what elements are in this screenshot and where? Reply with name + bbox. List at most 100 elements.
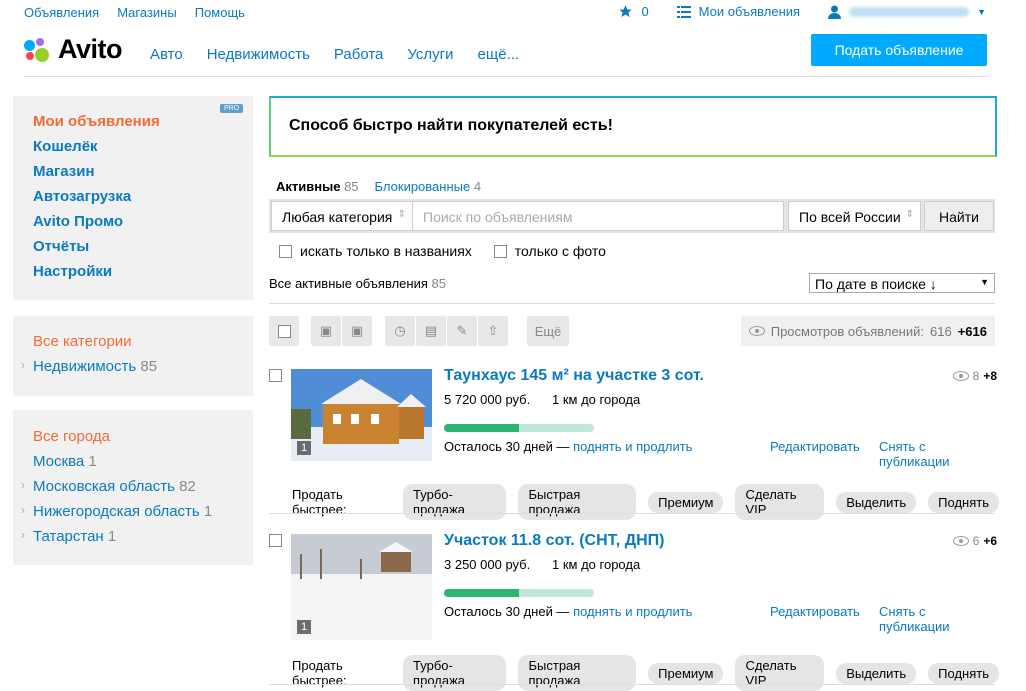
- username-blurred: [849, 6, 970, 17]
- menu-settings[interactable]: Настройки: [33, 263, 112, 280]
- pro-badge: PRO: [220, 104, 244, 113]
- user-menu[interactable]: ▼: [828, 5, 986, 19]
- category-label[interactable]: Недвижимость: [33, 358, 136, 375]
- listing-title[interactable]: Таунхаус 145 м² на участке 3 сот.: [444, 367, 704, 385]
- listing-remaining: Осталось 30 дней — поднять и продлить: [444, 439, 693, 454]
- search-bar: Любая категория ⇕ Поиск по объявлениям По…: [269, 199, 995, 233]
- menu-wallet[interactable]: Кошелёк: [33, 138, 98, 155]
- nav-auto[interactable]: Авто: [150, 46, 183, 63]
- raise-button[interactable]: Поднять: [928, 662, 999, 684]
- premium-button[interactable]: Премиум: [648, 662, 724, 684]
- favorites-link[interactable]: 0: [618, 4, 649, 19]
- tab-active[interactable]: Активные 85: [276, 179, 359, 194]
- listing-title[interactable]: Участок 11.8 сот. (СНТ, ДНП): [444, 532, 664, 550]
- category-item[interactable]: › Недвижимость 85: [21, 358, 158, 375]
- more-button[interactable]: Ещё: [527, 316, 569, 346]
- raise-icon[interactable]: ⇧: [478, 316, 508, 346]
- city-item[interactable]: › Нижегородская область 1: [21, 503, 212, 520]
- star-icon: [619, 5, 633, 18]
- highlight-button[interactable]: Выделить: [836, 491, 917, 513]
- nav-jobs[interactable]: Работа: [334, 46, 384, 63]
- photo-count: 1: [297, 441, 312, 455]
- ad-status-tabs: Активные 85 Блокированные 4: [276, 179, 481, 194]
- titles-only-checkbox[interactable]: искать только в названиях: [279, 243, 472, 259]
- edit-link[interactable]: Редактировать: [770, 439, 860, 454]
- premium-button[interactable]: Премиум: [648, 491, 724, 513]
- select-all-checkbox[interactable]: [269, 316, 299, 346]
- listing-views: 6 +6: [952, 534, 997, 548]
- extend-link[interactable]: поднять и продлить: [573, 439, 692, 454]
- menu-shop[interactable]: Магазин: [33, 163, 95, 180]
- menu-reports[interactable]: Отчёты: [33, 238, 89, 255]
- menu-promo[interactable]: Avito Промо: [33, 213, 123, 230]
- main-nav: Авто Недвижимость Работа Услуги ещё...: [150, 46, 519, 63]
- search-button[interactable]: Найти: [924, 201, 994, 231]
- vip-button[interactable]: Сделать VIP: [735, 484, 825, 520]
- turbo-sale-button[interactable]: Турбо-продажа: [403, 655, 507, 691]
- raise-button[interactable]: Поднять: [928, 491, 999, 513]
- box-open-icon[interactable]: ▣: [342, 316, 372, 346]
- topbar-link-shops[interactable]: Магазины: [117, 5, 177, 20]
- search-input[interactable]: Поиск по объявлениям: [412, 201, 784, 231]
- select-arrows-icon: ⇕: [905, 209, 914, 220]
- city-label[interactable]: Москва: [33, 453, 84, 470]
- city-count: 1: [107, 528, 117, 545]
- chevron-right-icon: ›: [21, 528, 25, 542]
- chevron-right-icon: ›: [21, 503, 25, 517]
- my-ads-link[interactable]: Мои объявления: [676, 4, 800, 19]
- chevron-down-icon: ▼: [977, 6, 986, 17]
- divider: [269, 303, 995, 304]
- listing-photo[interactable]: 1: [291, 369, 432, 461]
- extend-link[interactable]: поднять и продлить: [573, 604, 692, 619]
- city-label[interactable]: Московская область: [33, 478, 175, 495]
- unpublish-link[interactable]: Снять с публикации: [879, 439, 999, 469]
- sort-select[interactable]: По дате в поиске ↓ ▼: [809, 273, 995, 293]
- listing-views: 8 +8: [952, 369, 997, 383]
- vip-button[interactable]: Сделать VIP: [735, 655, 825, 691]
- chevron-right-icon: ›: [21, 478, 25, 492]
- region-select[interactable]: По всей России ⇕: [788, 201, 921, 231]
- avito-logo[interactable]: Avito: [24, 34, 123, 65]
- all-categories-link[interactable]: Все категории: [33, 333, 132, 350]
- nav-more[interactable]: ещё...: [478, 46, 520, 63]
- bulk-toolbar: ▣ ▣ ◷ ▤ ✎ ⇧ Ещё Просмотров объявлений: 6…: [269, 316, 995, 346]
- nav-realty[interactable]: Недвижимость: [207, 46, 310, 63]
- listing-checkbox[interactable]: [269, 534, 282, 547]
- unpublish-link[interactable]: Снять с публикации: [879, 604, 999, 634]
- quick-sale-button[interactable]: Быстрая продажа: [518, 655, 637, 691]
- city-item[interactable]: Москва 1: [33, 453, 97, 470]
- list-header: Все активные объявления 85 По дате в пои…: [269, 273, 995, 293]
- city-label[interactable]: Татарстан: [33, 528, 104, 545]
- promo-banner[interactable]: Способ быстро найти покупателей есть!: [269, 96, 997, 157]
- document-icon[interactable]: ▤: [416, 316, 446, 346]
- city-label[interactable]: Нижегородская область: [33, 503, 200, 520]
- post-ad-button[interactable]: Подать объявление: [811, 34, 987, 66]
- box-icon[interactable]: ▣: [311, 316, 341, 346]
- all-cities-link[interactable]: Все города: [33, 428, 110, 445]
- categories-panel: Все категории › Недвижимость 85: [13, 316, 253, 396]
- city-item[interactable]: › Татарстан 1: [21, 528, 117, 545]
- tab-blocked[interactable]: Блокированные 4: [375, 179, 482, 194]
- clock-icon[interactable]: ◷: [385, 316, 415, 346]
- listing-remaining: Осталось 30 дней — поднять и продлить: [444, 604, 693, 619]
- menu-my-ads[interactable]: Мои объявления: [33, 113, 160, 130]
- menu-autoload[interactable]: Автозагрузка: [33, 188, 131, 205]
- topbar-link-help[interactable]: Помощь: [195, 5, 245, 20]
- pencil-icon[interactable]: ✎: [447, 316, 477, 346]
- eye-icon: [748, 326, 765, 336]
- nav-services[interactable]: Услуги: [407, 46, 453, 63]
- listing-checkbox[interactable]: [269, 369, 282, 382]
- city-item[interactable]: › Московская область 82: [21, 478, 196, 495]
- topbar-link-ads[interactable]: Объявления: [24, 5, 99, 20]
- category-select[interactable]: Любая категория ⇕: [271, 201, 413, 231]
- with-photo-checkbox[interactable]: только с фото: [493, 243, 606, 259]
- user-icon: [828, 5, 842, 19]
- listing-photo[interactable]: 1: [291, 534, 432, 640]
- turbo-sale-button[interactable]: Турбо-продажа: [403, 484, 507, 520]
- sell-faster-row: Продать быстрее: Турбо-продажа Быстрая п…: [292, 484, 999, 520]
- category-count: 85: [140, 358, 158, 375]
- highlight-button[interactable]: Выделить: [836, 662, 917, 684]
- edit-link[interactable]: Редактировать: [770, 604, 860, 619]
- city-count: 82: [179, 478, 196, 495]
- quick-sale-button[interactable]: Быстрая продажа: [518, 484, 637, 520]
